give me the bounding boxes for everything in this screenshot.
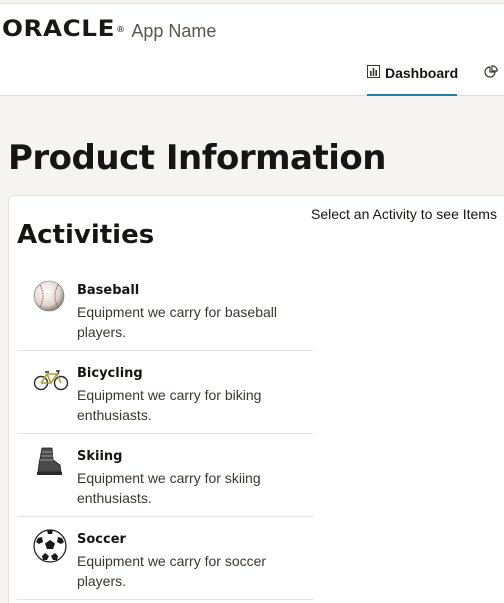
list-item-soccer[interactable]: Soccer Equipment we carry for soccer pla…	[17, 517, 313, 600]
brand: ORACLE® App Name	[2, 18, 216, 42]
item-description: Equipment we carry for baseball players.	[77, 304, 277, 340]
oracle-logo[interactable]: ORACLE®	[2, 18, 126, 42]
list-item-skiing[interactable]: Skiing Equipment we carry for skiing ent…	[17, 434, 313, 517]
item-description: Equipment we carry for skiing enthusiast…	[77, 470, 261, 506]
pie-chart-icon	[484, 65, 498, 82]
tab-charts[interactable]	[484, 62, 504, 96]
tab-dashboard[interactable]: Dashboard	[367, 62, 459, 96]
select-activity-hint: Select an Activity to see Items	[311, 206, 497, 222]
item-name: Soccer	[77, 532, 126, 547]
soccer-ball-icon	[33, 529, 67, 563]
bicycle-icon	[33, 363, 69, 395]
ski-boot-icon	[33, 446, 65, 478]
item-description: Equipment we carry for biking enthusiast…	[77, 387, 262, 423]
app-name: App Name	[131, 21, 217, 41]
list-item-baseball[interactable]: Baseball Equipment we carry for baseball…	[17, 268, 313, 351]
activities-card: Activities Select an Activity to see Ite…	[8, 195, 504, 603]
item-description: Equipment we carry for soccer players.	[77, 553, 267, 589]
item-name: Bicycling	[77, 366, 143, 381]
page-title: Product Information	[8, 138, 386, 178]
item-name: Skiing	[77, 449, 123, 464]
tab-dashboard-label: Dashboard	[385, 65, 459, 81]
baseball-icon	[33, 280, 65, 312]
item-name: Baseball	[77, 283, 140, 298]
list-item-bicycling[interactable]: Bicycling Equipment we carry for biking …	[17, 351, 313, 434]
app-header: ORACLE® App Name Dashboard	[0, 4, 504, 96]
bar-chart-icon	[367, 65, 380, 81]
activities-title: Activities	[17, 220, 155, 250]
activities-list: Baseball Equipment we carry for baseball…	[17, 268, 313, 600]
